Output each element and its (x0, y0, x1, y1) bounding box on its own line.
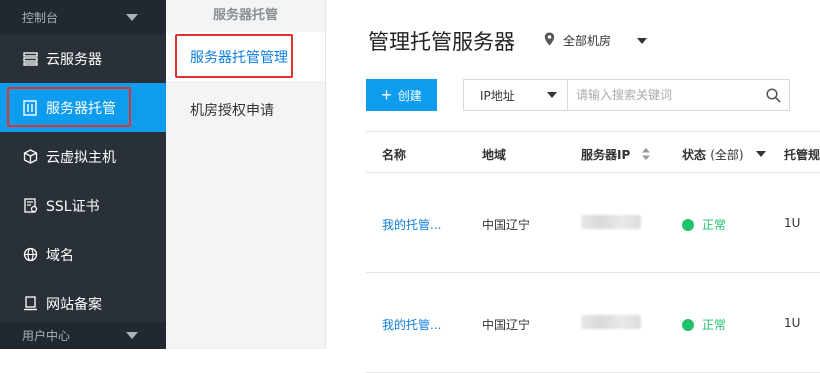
highlight-box (175, 34, 293, 78)
chevron-down-icon (126, 332, 138, 339)
sidebar-item-label: 云虚拟主机 (46, 149, 116, 166)
page-title: 管理托管服务器 (368, 30, 515, 54)
header-status-filter: (全部) (710, 148, 744, 162)
console-label: 控制台 (22, 10, 59, 25)
chevron-down-icon (547, 92, 557, 98)
status-ok-icon (682, 319, 694, 331)
server-spec: 1U (784, 216, 801, 230)
server-region: 中国辽宁 (482, 218, 531, 232)
server-status: 正常 (682, 216, 726, 233)
plus-icon: + (381, 85, 392, 105)
sidebar-item-virtual-host[interactable]: 云虚拟主机 (0, 132, 166, 181)
search-field-value: IP地址 (480, 88, 515, 103)
header-ip[interactable]: 服务器IP (581, 146, 651, 163)
status-ok-icon (682, 219, 694, 231)
header-status[interactable]: 状态 (全部) (682, 146, 766, 163)
subnav-item-hosting-management[interactable]: 服务器托管管理 (166, 32, 325, 81)
sidebar-item-label: 域名 (46, 247, 74, 264)
search-field-select[interactable]: IP地址 (464, 80, 568, 110)
sort-icon[interactable] (642, 148, 651, 163)
header-region: 地域 (482, 148, 507, 162)
server-name-link[interactable]: 我的托管... (382, 216, 441, 233)
highlight-box (7, 87, 131, 127)
sidebar-item-label: SSL证书 (46, 198, 100, 215)
table-row: 我的托管... 中国辽宁 正常 1U (366, 273, 820, 373)
chevron-down-icon (126, 13, 138, 21)
header-ip-label: 服务器IP (581, 148, 631, 162)
console-header[interactable]: 控制台 (0, 0, 166, 34)
sidebar-item-filing[interactable]: 网站备案 (0, 279, 166, 328)
user-center-header[interactable]: 用户中心 (0, 322, 166, 349)
create-button[interactable]: + 创建 (366, 79, 437, 111)
header-spec: 托管规 (784, 148, 820, 162)
region-value: 全部机房 (563, 34, 612, 48)
server-table: 名称 地域 服务器IP 状态 (全部) 托管规 我的托管... 中国辽宁 正常 (366, 131, 820, 373)
region-selector[interactable]: 全部机房 (544, 32, 648, 49)
server-ip-redacted (581, 215, 641, 232)
search-icon[interactable] (757, 80, 789, 110)
sidebar-item-label: 网站备案 (46, 296, 102, 313)
server-list-icon (22, 51, 38, 67)
table-row: 我的托管... 中国辽宁 正常 1U (366, 173, 820, 273)
filing-icon (22, 296, 38, 312)
server-region: 中国辽宁 (482, 318, 531, 332)
chevron-down-icon (755, 151, 766, 157)
sidebar-item-domain[interactable]: 域名 (0, 230, 166, 279)
certificate-icon (22, 198, 38, 214)
header-name: 名称 (382, 148, 407, 162)
user-center-label: 用户中心 (22, 329, 71, 343)
main-content: 管理托管服务器 全部机房 + 创建 IP地址 名称 地域 服务器IP (326, 0, 820, 373)
sidebar-item-label: 云服务器 (46, 51, 102, 68)
server-status: 正常 (682, 316, 726, 333)
server-name-link[interactable]: 我的托管... (382, 316, 441, 333)
sidebar-item-server-hosting[interactable]: 服务器托管 (0, 83, 166, 132)
sidebar-item-cloud-server[interactable]: 云服务器 (0, 34, 166, 83)
sidebar-item-ssl[interactable]: SSL证书 (0, 181, 166, 230)
search-input[interactable] (568, 80, 757, 110)
table-header: 名称 地域 服务器IP 状态 (全部) 托管规 (366, 131, 820, 173)
chevron-down-icon (637, 37, 648, 44)
location-pin-icon (544, 32, 555, 49)
globe-icon (22, 247, 38, 263)
cube-icon (22, 149, 38, 165)
search-bar: IP地址 (463, 79, 790, 111)
main-sidebar: 控制台 云服务器 服务器托管 云虚拟主机 SSL证书 域名 网站备案 用户中心 (0, 0, 166, 349)
server-ip-redacted (581, 315, 641, 332)
subnav-title: 服务器托管 (212, 8, 278, 23)
sub-navigation: 服务器托管 服务器托管管理 机房授权申请 (166, 0, 326, 349)
server-spec: 1U (784, 316, 801, 330)
header-status-label: 状态 (682, 148, 707, 162)
subnav-item-room-authorization[interactable]: 机房授权申请 (166, 89, 325, 131)
create-button-label: 创建 (397, 88, 422, 103)
subnav-item-label: 机房授权申请 (190, 103, 274, 119)
